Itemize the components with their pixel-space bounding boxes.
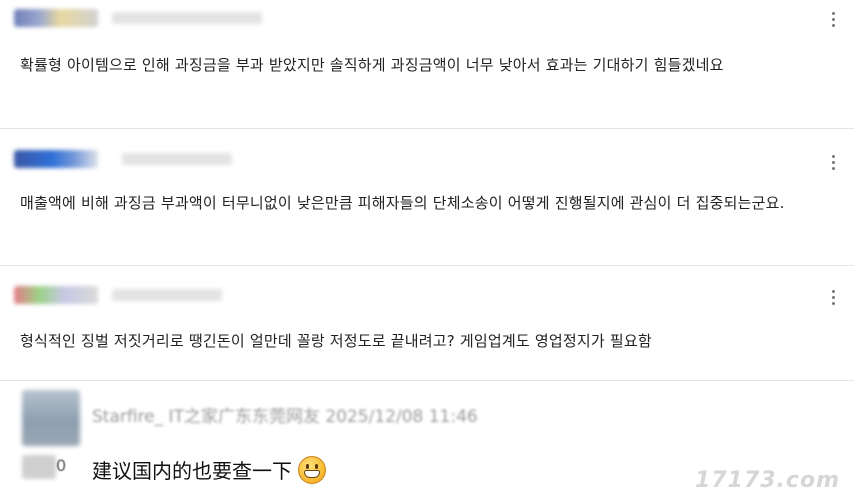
reply-avatar[interactable] <box>22 390 80 446</box>
avatar[interactable] <box>14 150 98 168</box>
badge-digit: 0 <box>56 456 67 475</box>
reply-text-row: 建议国内的也要查一下 <box>92 455 326 484</box>
more-options-icon[interactable] <box>828 288 838 307</box>
avatar[interactable] <box>14 286 98 304</box>
username[interactable] <box>112 12 262 24</box>
username[interactable] <box>112 289 222 301</box>
comment-header <box>14 148 232 170</box>
divider <box>0 128 854 129</box>
username[interactable] <box>122 153 232 165</box>
comment-text: 형식적인 징벌 저짓거리로 땡긴돈이 얼만데 꼴랑 저정도로 끝내려고? 게임업… <box>20 332 652 350</box>
user-badge <box>22 455 56 479</box>
more-options-icon[interactable] <box>828 10 838 29</box>
comment-1: 확률형 아이템으로 인해 과징금을 부과 받았지만 솔직하게 과징금액이 너무 … <box>0 0 854 120</box>
reply-text: 建议国内的也要查一下 <box>92 459 292 483</box>
comment-text: 매출액에 비해 과징금 부과액이 터무니없이 낮은만큼 피해자들의 단체소송이 … <box>20 194 785 212</box>
site-watermark: 17173.com <box>695 468 840 493</box>
reply-meta: Starfire_ IT之家广东东莞网友 2025/12/08 11:46 <box>92 407 478 426</box>
comment-text: 확률형 아이템으로 인해 과징금을 부과 받았지만 솔직하게 과징금액이 너무 … <box>20 56 724 74</box>
comment-header <box>14 284 222 306</box>
divider <box>0 380 854 381</box>
comment-header <box>14 7 262 29</box>
grin-emoji-icon <box>298 455 326 484</box>
divider <box>0 265 854 266</box>
comment-3: 형식적인 징벌 저짓거리로 땡긴돈이 얼만데 꼴랑 저정도로 끝내려고? 게임업… <box>0 268 854 378</box>
comment-2: 매출액에 비해 과징금 부과액이 터무니없이 낮은만큼 피해자들의 단체소송이 … <box>0 130 854 260</box>
avatar[interactable] <box>14 9 98 27</box>
more-options-icon[interactable] <box>828 153 838 172</box>
